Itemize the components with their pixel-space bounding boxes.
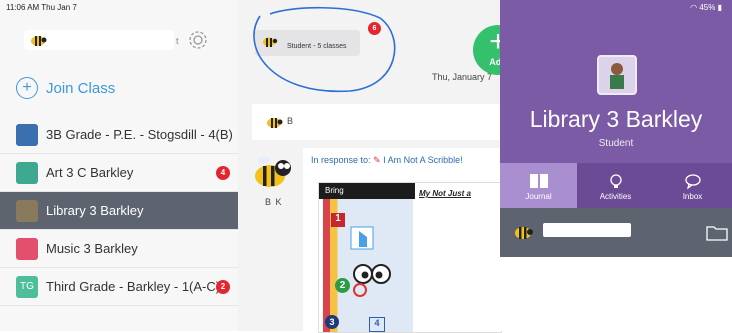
saxophone-icon bbox=[16, 237, 38, 260]
tab-activities-label: Activities bbox=[599, 192, 632, 201]
bee-icon bbox=[31, 36, 47, 46]
step-two-marker: 2 bbox=[335, 278, 350, 293]
sidebar-class-label: Library 3 Barkley bbox=[46, 203, 144, 218]
sidebar-class-label: Music 3 Barkley bbox=[46, 241, 138, 256]
wifi-icon: ◠ bbox=[690, 3, 698, 12]
student-name-field bbox=[543, 223, 631, 237]
tab-journal-label: Journal bbox=[525, 192, 552, 201]
response-title: I Am Not A Scribble! bbox=[383, 155, 463, 165]
gear-icon[interactable] bbox=[187, 29, 209, 51]
class-role: Student bbox=[598, 138, 634, 149]
student-artwork[interactable]: Bring My Not Just a 1 2 3 4 bbox=[318, 182, 502, 333]
sidebar-class-item[interactable]: Library 3 Barkley bbox=[0, 192, 238, 230]
sidebar-class-item[interactable]: TG Third Grade - Barkley - 1(A-C) 2 bbox=[0, 268, 238, 306]
tab-journal[interactable]: Journal bbox=[500, 163, 577, 208]
bee-icon bbox=[515, 227, 533, 239]
join-class-label: Join Class bbox=[46, 79, 116, 97]
feed-date: Thu, January 7 bbox=[432, 72, 493, 82]
account-name-suffix: t bbox=[176, 36, 179, 46]
art-icon bbox=[16, 161, 38, 184]
artwork-title: My Not Just a bbox=[419, 189, 472, 198]
join-class-button[interactable]: + Join Class bbox=[16, 76, 115, 100]
bee-icon bbox=[267, 118, 283, 128]
sidebar-class-item[interactable]: Music 3 Barkley bbox=[0, 230, 238, 268]
battery-indicator: ◠ 45% ▮ bbox=[690, 3, 722, 12]
tab-inbox-label: Inbox bbox=[682, 192, 703, 201]
battery-percent: 45% bbox=[699, 3, 716, 12]
sidebar-class-item[interactable]: Art 3 C Barkley 4 bbox=[0, 154, 238, 192]
tg-icon: TG bbox=[16, 275, 38, 298]
class-list: 3B Grade - P.E. - Stogsdill - 4(B) Art 3 … bbox=[0, 116, 238, 306]
tab-inbox[interactable]: Inbox bbox=[654, 163, 731, 208]
sidebar-class-label: Third Grade - Barkley - 1(A-C) bbox=[46, 279, 221, 294]
class-avatar bbox=[597, 55, 637, 95]
scribble-annotation bbox=[253, 6, 396, 93]
tab-activities[interactable]: Activities bbox=[577, 163, 654, 208]
plus-icon: + bbox=[16, 77, 38, 99]
sidebar-class-label: 3B Grade - P.E. - Stogsdill - 4(B) bbox=[46, 127, 233, 142]
sidebar-class-label: Art 3 C Barkley bbox=[46, 165, 134, 180]
response-prefix: In response to: bbox=[311, 155, 371, 165]
step-one-marker: 1 bbox=[331, 213, 345, 227]
response-header[interactable]: In response to: ✎ I Am Not A Scribble! bbox=[311, 155, 463, 166]
lightbulb-icon bbox=[609, 174, 622, 188]
pencil-icon: ✎ bbox=[373, 155, 381, 165]
library-icon bbox=[16, 199, 38, 222]
journal-icon bbox=[529, 174, 548, 188]
status-time: 11:06 AM Thu Jan 7 bbox=[6, 3, 77, 12]
inbox-icon bbox=[684, 174, 701, 189]
bee-avatar-icon bbox=[255, 156, 291, 187]
folder-icon[interactable] bbox=[706, 223, 728, 241]
step-four-box: 4 bbox=[369, 317, 385, 332]
author-initials: B K bbox=[265, 197, 283, 207]
step-three-marker: 3 bbox=[325, 315, 339, 329]
unread-badge: 4 bbox=[216, 165, 230, 180]
class-title: Library 3 Barkley bbox=[529, 106, 703, 132]
battery-icon: ▮ bbox=[717, 3, 722, 12]
basketball-icon bbox=[16, 123, 38, 146]
artwork-header: Bring bbox=[319, 183, 415, 199]
unread-badge: 2 bbox=[216, 279, 230, 294]
student-avatar-icon bbox=[610, 63, 624, 89]
record-circle-icon bbox=[353, 283, 367, 297]
hand-pointer-icon bbox=[350, 226, 374, 250]
sidebar-class-item[interactable]: 3B Grade - P.E. - Stogsdill - 4(B) bbox=[0, 116, 238, 154]
post-author-initial: B bbox=[287, 116, 294, 126]
